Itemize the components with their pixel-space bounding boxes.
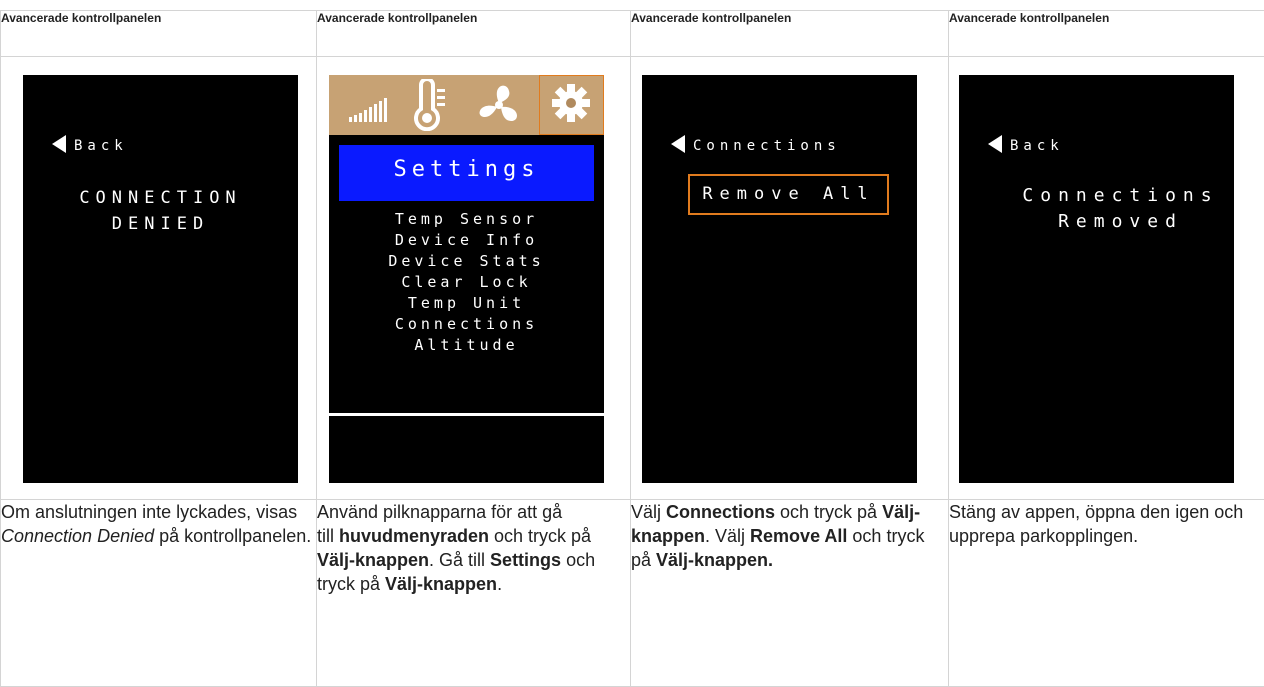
connection-denied-message: CONNECTION DENIED bbox=[23, 185, 298, 237]
back-item: Back bbox=[52, 137, 128, 155]
caption-2: Använd pilknapparna för att gåtill huvud… bbox=[317, 500, 631, 687]
caption-row: Om anslutningen inte lyckades, visas Con… bbox=[1, 500, 1264, 687]
connections-removed-message: Connections Removed bbox=[977, 183, 1234, 235]
caption-text: Använd pilknapparna för att gå bbox=[317, 500, 630, 524]
thermometer-icon bbox=[401, 79, 461, 131]
message-line-1: CONNECTION bbox=[23, 185, 298, 211]
screen-divider bbox=[329, 413, 604, 416]
menu-item-altitude: Altitude bbox=[329, 335, 604, 356]
message-line-2: DENIED bbox=[23, 211, 298, 237]
back-label: Back bbox=[1010, 138, 1064, 154]
settings-menu-list: Temp Sensor Device Info Device Stats Cle… bbox=[329, 209, 604, 356]
back-arrow-icon bbox=[988, 135, 1002, 153]
caption-bold: Connections bbox=[666, 502, 775, 522]
screenshot-row: Back CONNECTION DENIED bbox=[1, 57, 1264, 500]
caption-text: och tryck på bbox=[489, 526, 591, 546]
caption-text: . bbox=[497, 574, 502, 594]
menu-item-connections: Connections bbox=[329, 314, 604, 335]
menu-item-clear-lock: Clear Lock bbox=[329, 272, 604, 293]
caption-text: och tryck på bbox=[775, 502, 882, 522]
menu-item-device-stats: Device Stats bbox=[329, 251, 604, 272]
instruction-table: Avancerade kontrollpanelen Avancerade ko… bbox=[0, 10, 1264, 687]
message-line-1: Connections bbox=[977, 183, 1234, 209]
screenshot-cell-1: Back CONNECTION DENIED bbox=[1, 57, 317, 500]
screenshot-cell-4: Back Connections Removed bbox=[949, 57, 1264, 500]
column-header-4: Avancerade kontrollpanelen bbox=[949, 11, 1264, 57]
device-screen-connections: Connections Remove All bbox=[642, 75, 917, 483]
column-header-2: Avancerade kontrollpanelen bbox=[317, 11, 631, 57]
device-screen-connection-denied: Back CONNECTION DENIED bbox=[23, 75, 298, 483]
caption-emphasis: Connection Denied bbox=[1, 526, 154, 546]
caption-text: . Välj bbox=[705, 526, 750, 546]
caption-1: Om anslutningen inte lyckades, visas Con… bbox=[1, 500, 317, 687]
caption-3: Välj Connections och tryck på Välj-knapp… bbox=[631, 500, 949, 687]
signal-bars-icon bbox=[343, 79, 403, 131]
back-label: Back bbox=[74, 138, 128, 154]
connections-label: Connections bbox=[693, 138, 841, 154]
fan-icon bbox=[471, 79, 531, 131]
back-arrow-icon bbox=[52, 135, 66, 153]
caption-bold: Remove All bbox=[750, 526, 847, 546]
gear-icon bbox=[541, 79, 601, 131]
caption-bold: huvudmenyraden bbox=[339, 526, 489, 546]
header-row: Avancerade kontrollpanelen Avancerade ko… bbox=[1, 11, 1264, 57]
caption-bold: Välj-knappen. bbox=[656, 550, 773, 570]
menu-item-device-info: Device Info bbox=[329, 230, 604, 251]
caption-text: till bbox=[317, 526, 339, 546]
caption-4: Stäng av appen, öppna den igen och uppre… bbox=[949, 500, 1264, 687]
screenshot-cell-3: Connections Remove All bbox=[631, 57, 949, 500]
caption-bold: Välj-knappen bbox=[385, 574, 497, 594]
caption-bold: Välj-knappen bbox=[317, 550, 429, 570]
device-screen-settings-menu: Settings Temp Sensor Device Info Device … bbox=[329, 75, 604, 483]
back-item: Back bbox=[988, 137, 1064, 155]
caption-text: . Gå till bbox=[429, 550, 490, 570]
device-screen-connections-removed: Back Connections Removed bbox=[959, 75, 1234, 483]
caption-text: Om anslutningen inte lyckades, visas bbox=[1, 502, 297, 522]
caption-text: Välj bbox=[631, 502, 666, 522]
menu-item-temp-sensor: Temp Sensor bbox=[329, 209, 604, 230]
screenshot-cell-2: Settings Temp Sensor Device Info Device … bbox=[317, 57, 631, 500]
caption-text: på kontrollpanelen. bbox=[154, 526, 311, 546]
settings-title-bar: Settings bbox=[339, 145, 594, 201]
column-header-3: Avancerade kontrollpanelen bbox=[631, 11, 949, 57]
remove-all-option: Remove All bbox=[688, 174, 889, 215]
caption-bold: Settings bbox=[490, 550, 561, 570]
menu-item-temp-unit: Temp Unit bbox=[329, 293, 604, 314]
connections-back-item: Connections bbox=[671, 137, 841, 155]
main-menu-bar bbox=[329, 75, 604, 135]
caption-text: Stäng av appen, öppna den igen och uppre… bbox=[949, 502, 1243, 546]
back-arrow-icon bbox=[671, 135, 685, 153]
column-header-1: Avancerade kontrollpanelen bbox=[1, 11, 317, 57]
message-line-2: Removed bbox=[977, 209, 1234, 235]
